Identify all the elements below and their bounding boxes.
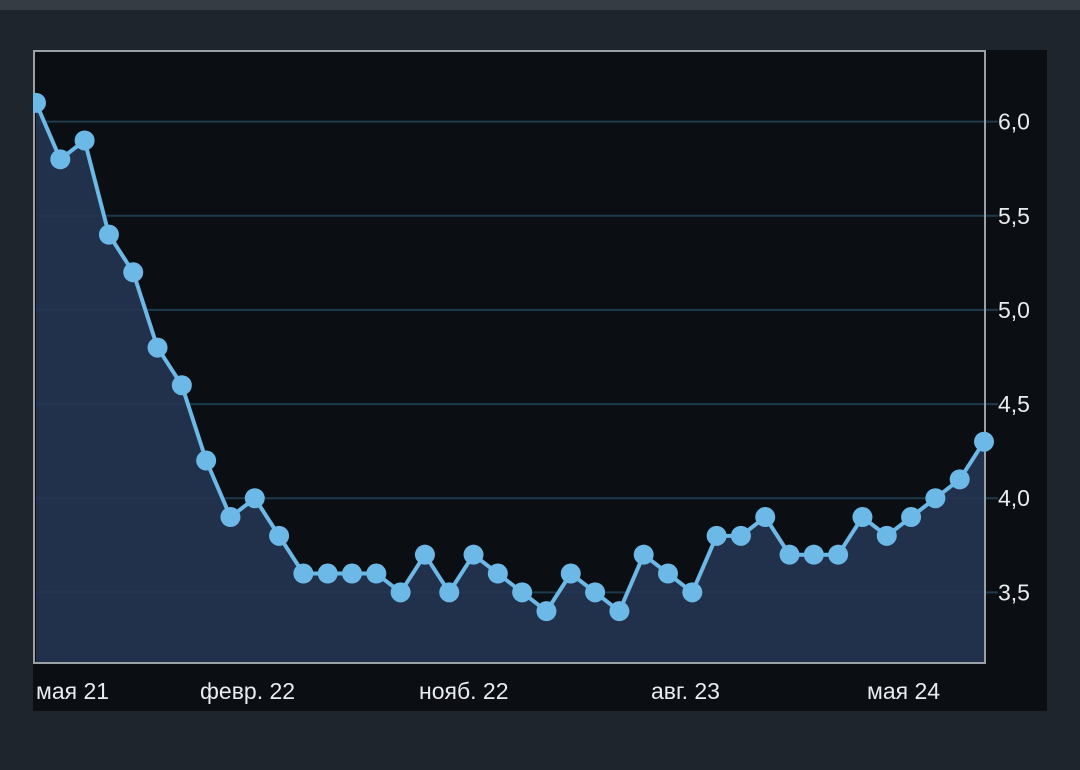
data-point: [487, 563, 508, 584]
data-point: [74, 130, 95, 151]
y-axis-ticks: 6,0 5,5 5,0 4,5 4,0 3,5: [998, 109, 1030, 606]
y-tick-label: 4,0: [998, 485, 1030, 511]
data-point: [366, 563, 387, 584]
data-point: [949, 469, 970, 490]
data-point: [171, 375, 192, 396]
data-point: [682, 582, 703, 603]
data-point: [98, 224, 119, 245]
data-point: [901, 507, 922, 528]
data-point: [536, 601, 557, 622]
x-tick-label: мая 21: [36, 678, 109, 704]
data-point: [658, 563, 678, 584]
data-point: [342, 563, 362, 584]
data-point: [755, 507, 776, 528]
data-point: [585, 582, 606, 603]
y-tick-label: 5,5: [998, 203, 1030, 229]
x-tick-label: мая 24: [867, 678, 940, 704]
data-point: [852, 507, 873, 528]
data-point: [414, 544, 435, 565]
data-point: [123, 262, 144, 283]
y-tick-label: 5,0: [998, 297, 1030, 323]
data-point: [390, 582, 411, 603]
data-point: [50, 149, 71, 170]
data-point: [439, 582, 460, 603]
data-point: [220, 507, 241, 528]
data-point: [196, 450, 217, 471]
data-point: [730, 525, 751, 546]
data-point: [925, 488, 946, 509]
data-point: [876, 525, 897, 546]
data-point: [779, 544, 800, 565]
data-point: [463, 544, 484, 565]
y-tick-label: 3,5: [998, 579, 1030, 605]
data-point: [269, 525, 290, 546]
x-tick-label: авг. 23: [651, 678, 720, 704]
data-point: [974, 431, 994, 452]
chart-panel: 6,0 5,5 5,0 4,5 4,0 3,5 мая 21 февр. 22 нояб. 2…: [33, 50, 1047, 711]
data-point: [803, 544, 824, 565]
x-axis-ticks: мая 21 февр. 22 нояб. 22 авг. 23 мая 24: [36, 678, 940, 704]
data-point: [706, 525, 727, 546]
data-point: [317, 563, 338, 584]
data-point: [33, 92, 46, 113]
data-point: [293, 563, 314, 584]
top-strip: [0, 0, 1080, 10]
data-point: [828, 544, 849, 565]
data-point: [147, 337, 168, 358]
y-tick-label: 6,0: [998, 109, 1030, 135]
x-tick-label: нояб. 22: [419, 678, 508, 704]
line-chart: 6,0 5,5 5,0 4,5 4,0 3,5 мая 21 февр. 22 нояб. 2…: [33, 50, 1030, 704]
x-tick-label: февр. 22: [200, 678, 295, 704]
data-point: [244, 488, 265, 509]
data-point: [512, 582, 533, 603]
data-point: [560, 563, 581, 584]
data-point: [633, 544, 654, 565]
y-tick-label: 4,5: [998, 391, 1030, 417]
data-point: [609, 601, 630, 622]
